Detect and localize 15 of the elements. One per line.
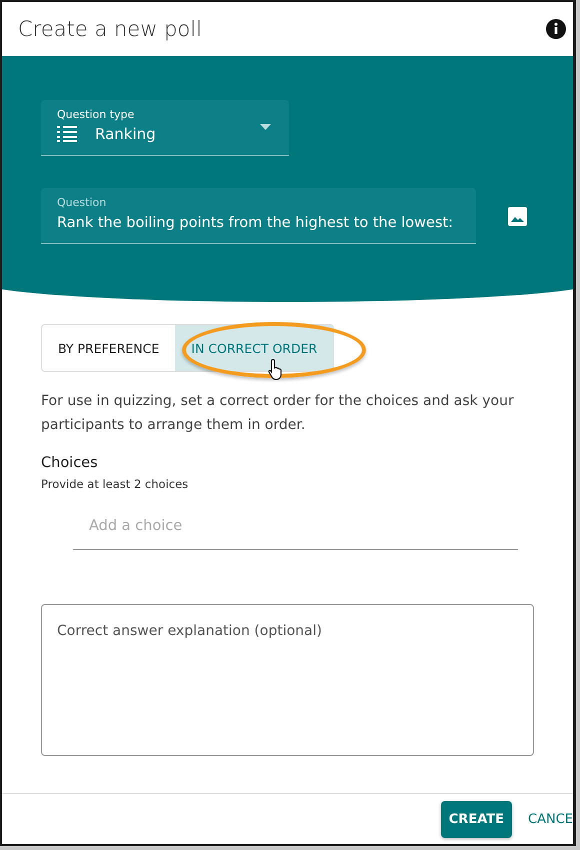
choices-hint: Provide at least 2 choices (41, 477, 190, 491)
dropdown-caret-icon (260, 124, 271, 130)
cancel-button[interactable]: CANCE (520, 800, 573, 838)
create-button[interactable]: CREATE (440, 800, 512, 838)
image-icon[interactable] (508, 206, 527, 226)
mode-tab[interactable]: IN CORRECT ORDER (175, 325, 334, 371)
explanation-field[interactable]: Correct answer explanation (optional) (41, 604, 534, 756)
numbered-list-icon (57, 126, 77, 142)
hand-cursor-icon (268, 358, 284, 380)
question-type-dropdown[interactable]: Question type Ranking (41, 100, 289, 156)
description-text: For use in quizzing, set a correct order for the choices and ask your participants to arrange them in order. (41, 392, 515, 435)
window-title: Create a new poll (18, 17, 202, 41)
choices-heading: Choices (41, 455, 99, 471)
info-icon[interactable] (545, 18, 567, 40)
question-field[interactable]: Question Rank the boiling points from the highest to the lowest: (41, 188, 476, 244)
